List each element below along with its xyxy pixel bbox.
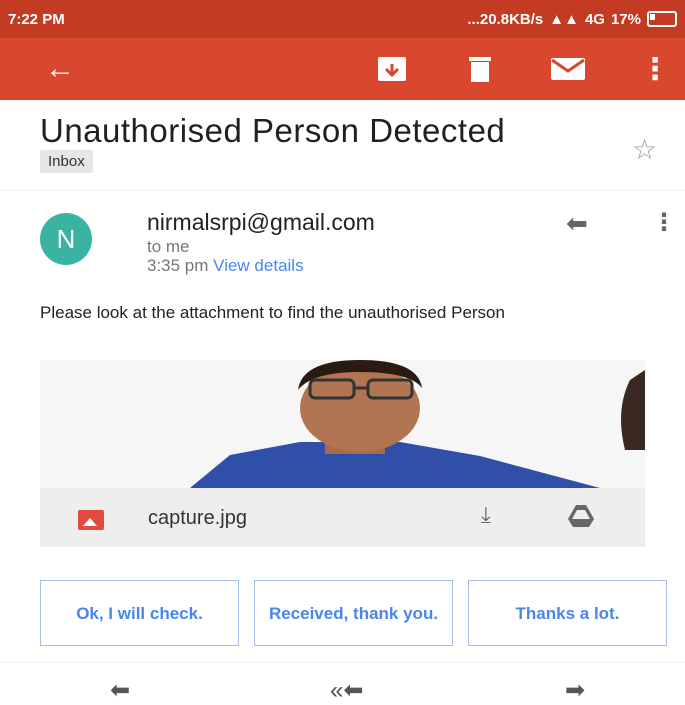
mark-unread-mail-icon[interactable] bbox=[548, 38, 588, 100]
smart-reply-ok-will-check[interactable]: Ok, I will check. bbox=[40, 580, 239, 646]
email-subject: Unauthorised Person Detected bbox=[40, 112, 506, 149]
recipient-line: to me bbox=[147, 237, 190, 256]
more-vert-icon[interactable]: ⋮ bbox=[640, 38, 670, 100]
reply-icon[interactable]: ⬅ bbox=[566, 208, 588, 239]
back-arrow-icon[interactable]: ← bbox=[40, 38, 80, 100]
smart-reply-thanks[interactable]: Thanks a lot. bbox=[468, 580, 667, 646]
network-type: 4G bbox=[584, 10, 605, 28]
reply-icon[interactable]: ⬅ bbox=[110, 676, 130, 705]
status-bar: 7:22 PM ...20.8KB/s ▲▲ 4G 17% bbox=[0, 0, 685, 38]
status-indicators: ...20.8KB/s ▲▲ 4G 17% bbox=[467, 11, 677, 28]
timestamp-row: 3:35 pm View details bbox=[147, 256, 304, 276]
battery-icon bbox=[647, 11, 677, 27]
delete-icon[interactable] bbox=[462, 38, 498, 100]
battery-level: 17% bbox=[610, 10, 641, 28]
message-more-icon[interactable]: ⋮ bbox=[652, 208, 676, 237]
forward-icon[interactable]: ➡ bbox=[565, 676, 585, 705]
inbox-label-chip[interactable]: Inbox bbox=[40, 150, 93, 173]
reply-all-icon[interactable]: «⬅ bbox=[330, 676, 363, 705]
status-time: 7:22 PM bbox=[8, 10, 65, 28]
archive-icon[interactable] bbox=[374, 38, 410, 100]
attachment-card[interactable]: capture.jpg ⤓ bbox=[40, 360, 645, 547]
signal-icon: ▲▲ bbox=[549, 10, 579, 28]
download-icon[interactable]: ⤓ bbox=[481, 502, 491, 528]
network-speed: ...20.8KB/s bbox=[467, 10, 544, 28]
attachment-bar: capture.jpg ⤓ bbox=[40, 488, 645, 547]
view-details-link[interactable]: View details bbox=[213, 256, 303, 275]
smart-reply-received[interactable]: Received, thank you. bbox=[254, 580, 453, 646]
divider bbox=[0, 662, 685, 663]
image-file-icon bbox=[78, 510, 104, 530]
app-bar: ← ⋮ bbox=[0, 38, 685, 100]
attachment-filename[interactable]: capture.jpg bbox=[148, 507, 247, 530]
star-icon[interactable]: ☆ bbox=[632, 133, 657, 166]
attachment-preview-image[interactable] bbox=[40, 360, 645, 488]
email-body: Please look at the attachment to find th… bbox=[40, 303, 505, 322]
sender-avatar[interactable]: N bbox=[40, 213, 92, 265]
email-time: 3:35 pm bbox=[147, 256, 209, 275]
save-to-drive-icon[interactable] bbox=[567, 504, 595, 528]
sender-address: nirmalsrpi@gmail.com bbox=[147, 209, 375, 235]
divider bbox=[0, 190, 685, 191]
